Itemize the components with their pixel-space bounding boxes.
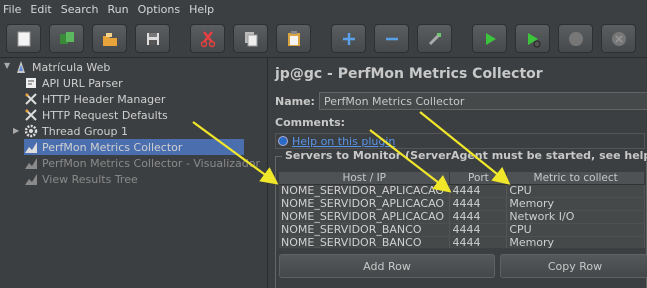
servers-table[interactable]: Host / IP Port Metric to collect NOME_SE… — [279, 172, 645, 248]
tree-item-view-results-tree[interactable]: View Results Tree — [24, 171, 138, 187]
tree-item-http-header-manager[interactable]: HTTP Header Manager — [24, 91, 165, 107]
name-row: Name: — [275, 92, 647, 110]
cut-button[interactable] — [190, 24, 225, 53]
collapse-all-button[interactable] — [374, 24, 409, 53]
toggle-button[interactable] — [417, 24, 452, 53]
port-cell[interactable]: 4444 — [449, 210, 508, 224]
tree-item-thread-group[interactable]: Thread Group 1 — [24, 123, 128, 139]
toggle-icon — [428, 32, 441, 45]
table-row[interactable]: NOME_SERVIDOR_APLICACAO 4444 Network I/O — [279, 210, 645, 224]
templates-button[interactable] — [49, 24, 84, 53]
start-button[interactable] — [472, 24, 507, 53]
collapse-icon — [385, 37, 398, 40]
table-row[interactable]: NOME_SERVIDOR_APLICACAO 4444 CPU — [279, 184, 645, 198]
toolbar — [0, 19, 647, 58]
paste-button[interactable] — [276, 24, 311, 53]
name-label: Name: — [275, 94, 315, 108]
paste-icon — [287, 30, 300, 46]
tree-item-label: View Results Tree — [42, 172, 138, 186]
templates-icon — [59, 31, 74, 44]
stop-button[interactable] — [558, 24, 593, 53]
menu-options[interactable]: Options — [138, 3, 180, 16]
open-button[interactable] — [92, 24, 127, 53]
tree-collapse-icon[interactable]: ▶ — [13, 126, 19, 135]
port-cell[interactable]: 4444 — [449, 197, 508, 211]
new-button[interactable] — [6, 24, 41, 53]
help-link[interactable]: Help on this plugin — [292, 135, 395, 148]
metric-cell[interactable]: Network I/O — [506, 210, 645, 224]
help-icon — [278, 136, 288, 146]
tree-item-label: HTTP Request Defaults — [42, 108, 168, 122]
panel-title: jp@gc - PerfMon Metrics Collector — [275, 66, 543, 82]
stop-icon — [568, 31, 583, 46]
metric-cell[interactable]: CPU — [506, 223, 645, 237]
tree-expand-icon[interactable]: ▼ — [4, 61, 10, 70]
save-button[interactable] — [135, 24, 170, 53]
start-no-pauses-button[interactable] — [515, 24, 550, 53]
shutdown-icon — [611, 31, 626, 46]
start-icon — [485, 32, 496, 45]
tree-item-label: API URL Parser — [42, 76, 123, 90]
menu-file[interactable]: File — [3, 3, 21, 16]
menu-edit[interactable]: Edit — [30, 3, 51, 16]
config-icon — [24, 92, 38, 106]
expand-icon — [342, 32, 355, 45]
menu-bar: File Edit Search Run Options Help — [0, 0, 647, 19]
table-row[interactable]: NOME_SERVIDOR_APLICACAO 4444 Memory — [279, 197, 645, 211]
metric-cell[interactable]: Memory — [506, 236, 645, 248]
tree-item-perfmon-visualizador[interactable]: PerfMon Metrics Collector - Visualizador — [24, 155, 260, 171]
host-cell[interactable]: NOME_SERVIDOR_BANCO — [279, 223, 451, 237]
test-plan-tree: ▼ Matrícula Web API URL Parser HTTP Head… — [0, 58, 268, 288]
menu-help[interactable]: Help — [189, 3, 214, 16]
copy-button[interactable] — [233, 24, 268, 53]
tree-item-label: PerfMon Metrics Collector - Visualizador — [42, 156, 261, 170]
graph-icon — [24, 172, 38, 186]
testplan-icon — [14, 60, 28, 74]
graph-icon — [24, 156, 38, 170]
tree-item-label: Thread Group 1 — [42, 124, 128, 138]
host-cell[interactable]: NOME_SERVIDOR_APLICACAO — [279, 210, 451, 224]
port-cell[interactable]: 4444 — [449, 223, 508, 237]
expand-all-button[interactable] — [331, 24, 366, 53]
host-cell[interactable]: NOME_SERVIDOR_BANCO — [279, 236, 451, 248]
new-icon — [17, 31, 30, 46]
comments-label: Comments: — [275, 116, 346, 129]
add-row-button[interactable]: Add Row — [279, 254, 495, 278]
metric-cell[interactable]: CPU — [506, 184, 645, 198]
tree-item-test-plan[interactable]: Matrícula Web — [14, 59, 110, 75]
metric-cell[interactable]: Memory — [506, 197, 645, 211]
start-no-pauses-icon — [527, 32, 540, 47]
open-icon — [102, 32, 117, 46]
help-row: Help on this plugin — [275, 133, 645, 149]
graph-icon — [24, 140, 38, 154]
menu-run[interactable]: Run — [108, 3, 129, 16]
name-input[interactable] — [318, 92, 647, 110]
tree-item-api-url-parser[interactable]: API URL Parser — [24, 75, 123, 91]
cut-icon — [200, 30, 215, 47]
copy-icon — [244, 31, 257, 46]
copy-row-button[interactable]: Copy Row — [500, 254, 647, 278]
table-row[interactable]: NOME_SERVIDOR_BANCO 4444 CPU — [279, 223, 645, 237]
perfmon-panel: jp@gc - PerfMon Metrics Collector Name: … — [269, 58, 647, 288]
tree-item-label: HTTP Header Manager — [42, 92, 166, 106]
port-cell[interactable]: 4444 — [449, 236, 508, 248]
table-row[interactable]: NOME_SERVIDOR_BANCO 4444 Memory — [279, 236, 645, 248]
tree-item-label: PerfMon Metrics Collector — [42, 140, 183, 154]
servers-legend: Servers to Monitor (ServerAgent must be … — [282, 149, 647, 162]
config-icon — [24, 108, 38, 122]
tree-item-http-request-defaults[interactable]: HTTP Request Defaults — [24, 107, 168, 123]
shutdown-button[interactable] — [601, 24, 636, 53]
port-cell[interactable]: 4444 — [449, 184, 508, 198]
gear-icon — [24, 124, 38, 138]
column-header-host[interactable]: Host / IP — [279, 172, 451, 185]
tree-item-label: Matrícula Web — [32, 60, 111, 74]
save-icon — [146, 32, 159, 45]
column-header-metric[interactable]: Metric to collect — [506, 172, 645, 185]
menu-search[interactable]: Search — [61, 3, 99, 16]
host-cell[interactable]: NOME_SERVIDOR_APLICACAO — [279, 184, 451, 198]
column-header-port[interactable]: Port — [449, 172, 508, 185]
host-cell[interactable]: NOME_SERVIDOR_APLICACAO — [279, 197, 451, 211]
preprocessor-icon — [24, 76, 38, 90]
tree-item-perfmon-collector[interactable]: PerfMon Metrics Collector — [24, 139, 244, 155]
